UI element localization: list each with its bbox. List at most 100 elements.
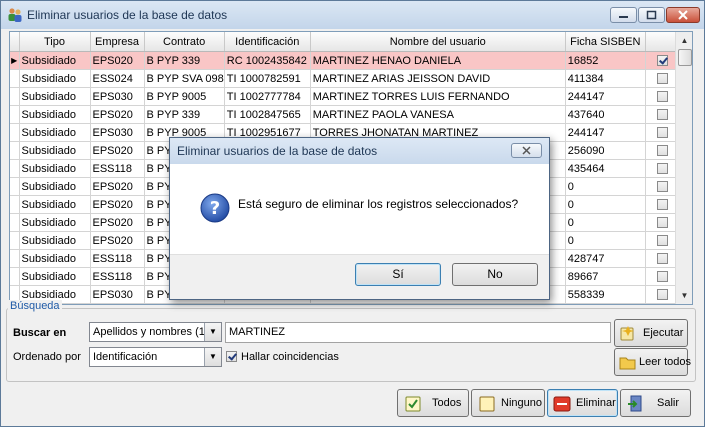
cell-empresa[interactable]: EPS020 <box>90 177 145 196</box>
row-select-checkbox[interactable] <box>657 289 669 301</box>
cell-identificacion[interactable]: TI 1002777784 <box>224 87 311 106</box>
cell-tipo[interactable]: Subsidiado <box>19 69 91 88</box>
row-select-checkbox[interactable] <box>657 73 669 85</box>
cell-empresa[interactable]: ESS118 <box>90 159 145 178</box>
cell-ficha-sisben[interactable]: 435464 <box>565 159 646 178</box>
cell-ficha-sisben[interactable]: 0 <box>565 177 646 196</box>
chevron-down-icon[interactable]: ▼ <box>204 348 221 366</box>
cell-empresa[interactable]: EPS020 <box>90 51 145 70</box>
ordenado-por-combo[interactable]: Identificación ▼ <box>89 347 222 367</box>
cell-ficha-sisben[interactable]: 0 <box>565 231 646 250</box>
row-select-checkbox[interactable] <box>657 181 669 193</box>
cell-tipo[interactable]: Subsidiado <box>19 195 91 214</box>
table-row[interactable]: Subsidiado EPS020 B PYP 339 TI 1002847565 MA… <box>10 105 681 124</box>
row-indicator[interactable] <box>10 249 20 268</box>
minimize-button[interactable] <box>610 7 637 23</box>
row-select-checkbox[interactable] <box>657 127 669 139</box>
cell-tipo[interactable]: Subsidiado <box>19 123 91 142</box>
cell-empresa[interactable]: ESS118 <box>90 249 145 268</box>
row-select-checkbox[interactable] <box>657 145 669 157</box>
cell-tipo[interactable]: Subsidiado <box>19 105 91 124</box>
cell-empresa[interactable]: EPS020 <box>90 213 145 232</box>
buscar-en-combo[interactable]: Apellidos y nombres (1 ▼ <box>89 322 222 342</box>
column-header-contrato[interactable]: Contrato <box>144 32 225 52</box>
cell-ficha-sisben[interactable]: 256090 <box>565 141 646 160</box>
cell-tipo[interactable]: Subsidiado <box>19 141 91 160</box>
dialog-title-bar[interactable]: Eliminar usuarios de la base de datos <box>170 138 549 164</box>
cell-empresa[interactable]: ESS118 <box>90 267 145 286</box>
cell-tipo[interactable]: Subsidiado <box>19 267 91 286</box>
cell-tipo[interactable]: Subsidiado <box>19 231 91 250</box>
scroll-thumb[interactable] <box>678 49 692 66</box>
row-select-checkbox[interactable] <box>657 163 669 175</box>
dialog-close-button[interactable] <box>511 143 542 158</box>
cell-empresa[interactable]: ESS024 <box>90 69 145 88</box>
row-select-checkbox[interactable] <box>657 109 669 121</box>
cell-tipo[interactable]: Subsidiado <box>19 213 91 232</box>
table-row[interactable]: ▶ Subsidiado EPS020 B PYP 339 RC 1002435842 M… <box>10 51 681 70</box>
cell-ficha-sisben[interactable]: 558339 <box>565 285 646 304</box>
column-header-ficha-sisben[interactable]: Ficha SISBEN <box>565 32 646 52</box>
cell-tipo[interactable]: Subsidiado <box>19 177 91 196</box>
cell-tipo[interactable]: Subsidiado <box>19 159 91 178</box>
row-select-checkbox[interactable] <box>657 235 669 247</box>
cell-contrato[interactable]: B PYP 339 <box>144 51 225 70</box>
cell-empresa[interactable]: EPS030 <box>90 87 145 106</box>
row-indicator[interactable] <box>10 159 20 178</box>
row-indicator[interactable] <box>10 195 20 214</box>
cell-identificacion[interactable]: RC 1002435842 <box>224 51 311 70</box>
row-indicator[interactable] <box>10 69 20 88</box>
cell-empresa[interactable]: EPS020 <box>90 141 145 160</box>
row-indicator[interactable] <box>10 177 20 196</box>
row-indicator[interactable] <box>10 231 20 250</box>
cell-ficha-sisben[interactable]: 16852 <box>565 51 646 70</box>
row-indicator[interactable] <box>10 123 20 142</box>
column-header-identificacion[interactable]: Identificación <box>224 32 311 52</box>
eliminar-button[interactable]: Eliminar <box>547 389 618 417</box>
column-header-empresa[interactable]: Empresa <box>90 32 145 52</box>
column-header-nombre[interactable]: Nombre del usuario <box>310 32 566 52</box>
cell-nombre[interactable]: MARTINEZ HENAO DANIELA <box>310 51 566 70</box>
cell-empresa[interactable]: EPS020 <box>90 195 145 214</box>
row-indicator[interactable] <box>10 105 20 124</box>
cell-ficha-sisben[interactable]: 437640 <box>565 105 646 124</box>
salir-button[interactable]: Salir <box>620 389 691 417</box>
cell-ficha-sisben[interactable]: 428747 <box>565 249 646 268</box>
cell-empresa[interactable]: EPS020 <box>90 231 145 250</box>
title-bar[interactable]: Eliminar usuarios de la base de datos <box>1 1 704 29</box>
cell-empresa[interactable]: EPS020 <box>90 105 145 124</box>
cell-tipo[interactable]: Subsidiado <box>19 51 91 70</box>
cell-nombre[interactable]: MARTINEZ ARIAS JEISSON DAVID <box>310 69 566 88</box>
row-select-checkbox[interactable] <box>657 253 669 265</box>
todos-button[interactable]: Todos <box>397 389 469 417</box>
table-row[interactable]: Subsidiado EPS030 B PYP 9005 TI 1002777784 M… <box>10 87 681 106</box>
maximize-button[interactable] <box>638 7 665 23</box>
cell-nombre[interactable]: MARTINEZ TORRES LUIS FERNANDO <box>310 87 566 106</box>
column-header-tipo[interactable]: Tipo <box>19 32 91 52</box>
ninguno-button[interactable]: Ninguno <box>471 389 545 417</box>
cell-contrato[interactable]: B PYP 9005 <box>144 87 225 106</box>
cell-ficha-sisben[interactable]: 244147 <box>565 123 646 142</box>
cell-ficha-sisben[interactable]: 411384 <box>565 69 646 88</box>
cell-tipo[interactable]: Subsidiado <box>19 249 91 268</box>
row-indicator[interactable] <box>10 213 20 232</box>
cell-empresa[interactable]: EPS030 <box>90 285 145 304</box>
current-row-indicator-icon[interactable]: ▶ <box>10 51 20 70</box>
cell-ficha-sisben[interactable]: 244147 <box>565 87 646 106</box>
row-select-checkbox[interactable] <box>657 217 669 229</box>
cell-empresa[interactable]: EPS030 <box>90 123 145 142</box>
no-button[interactable]: No <box>452 263 538 286</box>
cell-contrato[interactable]: B PYP SVA 098 <box>144 69 225 88</box>
row-select-checkbox[interactable] <box>657 91 669 103</box>
yes-button[interactable]: Sí <box>355 263 441 286</box>
cell-ficha-sisben[interactable]: 0 <box>565 213 646 232</box>
row-indicator[interactable] <box>10 267 20 286</box>
row-select-checkbox[interactable] <box>657 55 669 67</box>
row-indicator[interactable] <box>10 141 20 160</box>
cell-ficha-sisben[interactable]: 0 <box>565 195 646 214</box>
cell-nombre[interactable]: MARTINEZ PAOLA VANESA <box>310 105 566 124</box>
scroll-up-arrow-icon[interactable]: ▲ <box>676 32 692 49</box>
close-button[interactable] <box>666 7 700 23</box>
grid-vertical-scrollbar[interactable]: ▲ ▼ <box>675 32 692 304</box>
cell-tipo[interactable]: Subsidiado <box>19 87 91 106</box>
